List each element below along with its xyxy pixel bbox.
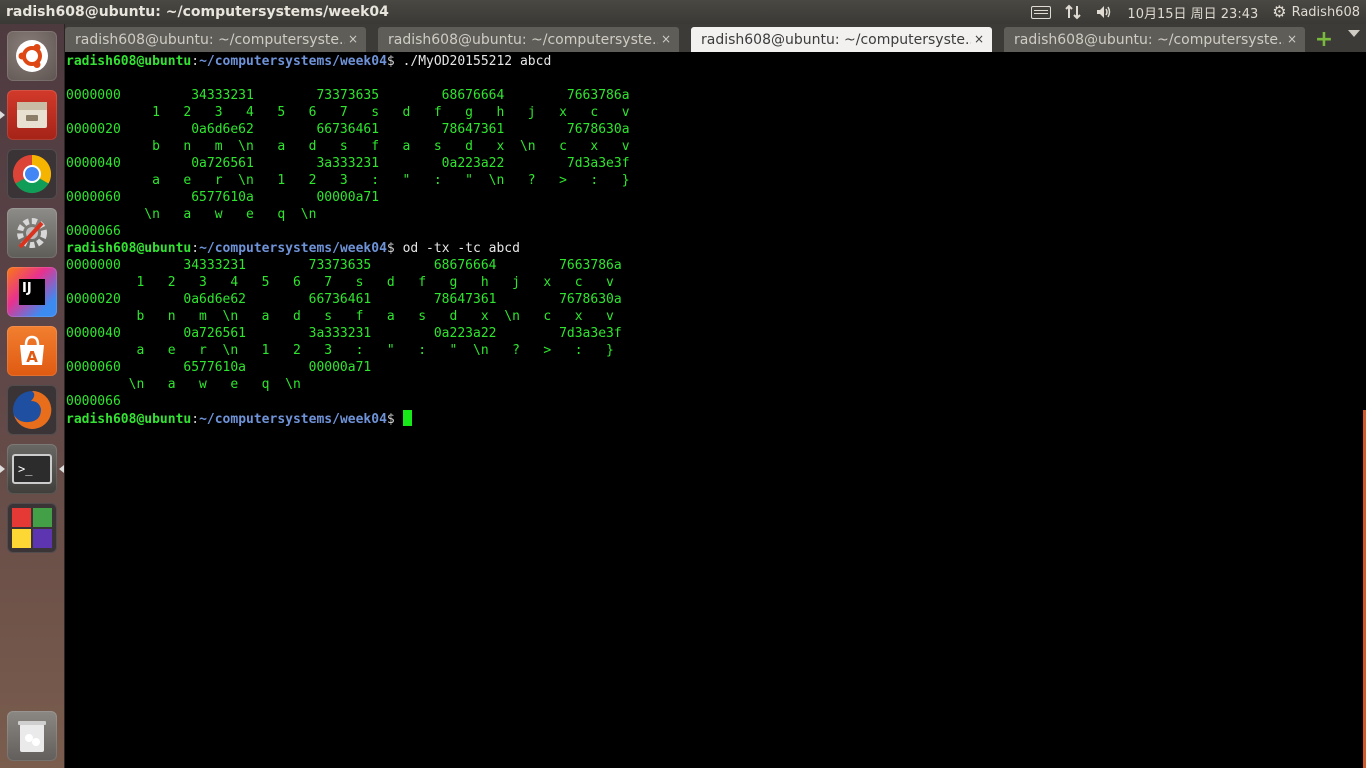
prompt-line: radish608@ubuntu:~/computersystems/week0… xyxy=(66,54,552,69)
gear-icon: ⚙ xyxy=(1272,2,1287,21)
terminal-view[interactable]: radish608@ubuntu:~/computersystems/week0… xyxy=(65,52,1366,768)
tab-label: radish608@ubuntu: ~/computersyste... xyxy=(75,31,345,48)
close-icon[interactable]: × xyxy=(974,32,984,46)
output-line: \n a w e q \n xyxy=(66,207,317,222)
intellij-icon[interactable]: IJ xyxy=(7,267,57,317)
tab-label: radish608@ubuntu: ~/computersyste... xyxy=(1014,31,1284,48)
text-cursor xyxy=(402,410,412,426)
session-menu[interactable]: ⚙ Radish608 xyxy=(1272,4,1360,20)
output-line: 0000040 0a726561 3a333231 0a223a22 7d3a3… xyxy=(66,156,630,171)
myod-output: 0000000 34333231 73373635 68676664 76637… xyxy=(66,87,630,240)
output-line: b n m \n a d s f a s d x \n c x v xyxy=(66,309,614,324)
terminal-tab-1[interactable]: radish608@ubuntu: ~/computersyste... × xyxy=(65,27,366,52)
indicator-area: 10月15日 周日 23:43 ⚙ Radish608 xyxy=(1031,0,1360,24)
settings-icon[interactable] xyxy=(7,208,57,258)
terminal-tab-2[interactable]: radish608@ubuntu: ~/computersyste... × xyxy=(378,27,679,52)
prompt-line: radish608@ubuntu:~/computersystems/week0… xyxy=(66,241,520,256)
prompt-line: radish608@ubuntu:~/computersystems/week0… xyxy=(66,410,630,427)
tab-bar: radish608@ubuntu: ~/computersyste... × r… xyxy=(65,24,1366,52)
user-name: Radish608 xyxy=(1291,4,1360,20)
output-line: 0000066 xyxy=(66,224,121,239)
output-line: 0000020 0a6d6e62 66736461 78647361 76786… xyxy=(66,122,630,137)
command-text: ./MyOD20155212 abcd xyxy=(402,54,552,69)
keyboard-icon[interactable] xyxy=(1031,5,1052,19)
close-icon[interactable]: × xyxy=(661,32,671,46)
new-tab-plus-icon[interactable]: + xyxy=(1313,29,1335,52)
output-line: 1 2 3 4 5 6 7 s d f g h j x c v xyxy=(66,275,614,290)
output-line: 0000000 34333231 73373635 68676664 76637… xyxy=(66,258,622,273)
files-icon[interactable] xyxy=(0,90,57,140)
close-icon[interactable]: × xyxy=(348,32,358,46)
terminal-tab-4[interactable]: radish608@ubuntu: ~/computersyste... × xyxy=(1004,27,1305,52)
svg-text:A: A xyxy=(26,348,38,366)
close-icon[interactable]: × xyxy=(1287,32,1297,46)
output-line: b n m \n a d s f a s d x \n c x v xyxy=(66,139,630,154)
terminal-tab-3-active[interactable]: radish608@ubuntu: ~/computersyste... × xyxy=(691,27,992,52)
software-center-icon[interactable]: A xyxy=(7,326,57,376)
volume-icon[interactable] xyxy=(1095,4,1113,20)
chrome-icon[interactable] xyxy=(7,149,57,199)
output-line: 0000040 0a726561 3a333231 0a223a22 7d3a3… xyxy=(66,326,622,341)
trash-icon[interactable] xyxy=(7,711,57,761)
output-line: \n a w e q \n xyxy=(66,377,301,392)
datetime-indicator[interactable]: 10月15日 周日 23:43 xyxy=(1127,3,1258,22)
tab-list-chevron-down-icon[interactable] xyxy=(1348,30,1360,37)
output-line: a e r \n 1 2 3 : " : " \n ? > : } xyxy=(66,173,630,188)
ubuntu-icon[interactable] xyxy=(7,31,57,81)
window-title: radish608@ubuntu: ~/computersystems/week… xyxy=(6,4,389,20)
output-line: 0000060 6577610a 00000a71 xyxy=(66,360,372,375)
output-line: 0000060 6577610a 00000a71 xyxy=(66,190,380,205)
launcher: IJ A >_ xyxy=(0,24,65,768)
output-line: 0000066 xyxy=(66,394,121,409)
terminal-output: radish608@ubuntu:~/computersystems/week0… xyxy=(66,53,630,427)
output-line: 1 2 3 4 5 6 7 s d f g h j x c v xyxy=(66,105,630,120)
command-text: od -tx -tc abcd xyxy=(402,241,520,256)
tab-label: radish608@ubuntu: ~/computersyste... xyxy=(388,31,658,48)
top-panel: radish608@ubuntu: ~/computersystems/week… xyxy=(0,0,1366,24)
workspaces-icon[interactable] xyxy=(7,503,57,553)
od-output: 0000000 34333231 73373635 68676664 76637… xyxy=(66,257,630,410)
terminal-icon[interactable]: >_ xyxy=(0,444,64,494)
firefox-icon[interactable] xyxy=(7,385,57,435)
output-line: 0000000 34333231 73373635 68676664 76637… xyxy=(66,88,630,103)
tab-label: radish608@ubuntu: ~/computersyste... xyxy=(701,31,971,48)
network-icon[interactable] xyxy=(1065,4,1082,20)
output-line: a e r \n 1 2 3 : " : " \n ? > : } xyxy=(66,343,614,358)
output-line: 0000020 0a6d6e62 66736461 78647361 76786… xyxy=(66,292,622,307)
